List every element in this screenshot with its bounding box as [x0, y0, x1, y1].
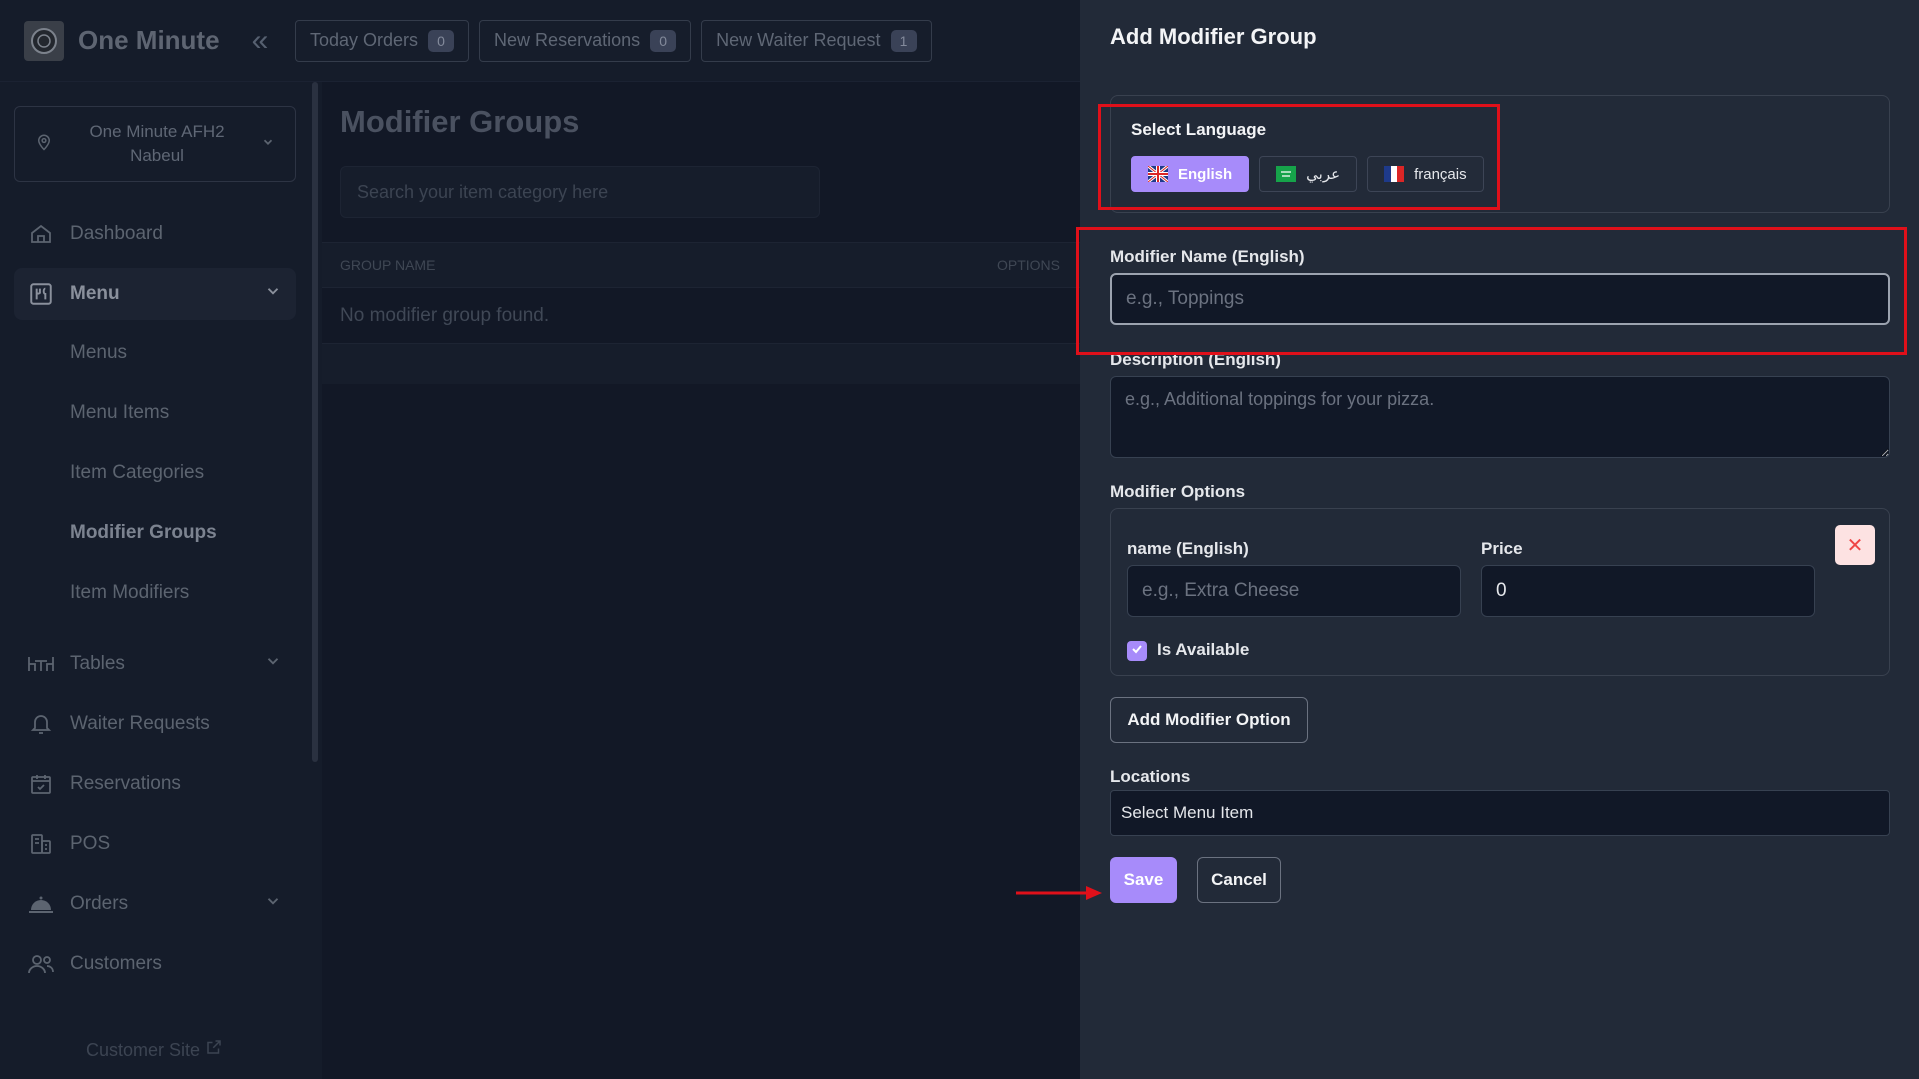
sidebar: One Minute AFH2 Nabeul Dashboard Menu Me…: [0, 82, 318, 1079]
is-available-checkbox[interactable]: [1127, 641, 1147, 661]
check-icon: [1131, 642, 1143, 660]
chevron-down-icon: [264, 892, 282, 916]
annotation-box-modifier-name: [1076, 227, 1907, 355]
brand: One Minute «: [0, 20, 295, 61]
today-orders-button[interactable]: Today Orders 0: [295, 19, 470, 62]
column-group-name: GROUP NAME: [340, 257, 436, 273]
sidebar-sub-item-modifier-groups[interactable]: Modifier Groups: [70, 522, 217, 544]
chevron-down-icon: [261, 135, 275, 154]
new-waiter-request-count: 1: [890, 29, 917, 52]
sidebar-item-label: Tables: [70, 653, 125, 674]
new-waiter-request-label: New Waiter Request: [716, 30, 881, 50]
sidebar-item-label: Customers: [70, 953, 162, 974]
sidebar-sub-item-item-categories[interactable]: Item Categories: [70, 462, 204, 484]
home-icon: [26, 219, 56, 249]
remove-option-button[interactable]: ✕: [1835, 525, 1875, 565]
brand-name: One Minute: [78, 25, 220, 55]
location-select[interactable]: One Minute AFH2 Nabeul: [14, 106, 296, 182]
search-input[interactable]: Search your item category here: [340, 166, 820, 218]
sidebar-item-label: Waiter Requests: [70, 713, 210, 734]
sidebar-item-label: Reservations: [70, 773, 181, 794]
locations-select-value: Select Menu Item: [1121, 803, 1254, 822]
today-orders-label: Today Orders: [310, 30, 419, 50]
brand-logo: [24, 20, 64, 61]
empty-state: No modifier group found.: [322, 288, 1080, 344]
table-header: GROUP NAME OPTIONS: [322, 242, 1080, 288]
annotation-arrow-icon: [1014, 884, 1106, 907]
sidebar-item-label: Orders: [70, 893, 129, 914]
sidebar-item-menu[interactable]: Menu: [14, 268, 296, 320]
sidebar-item-waiter-requests[interactable]: Waiter Requests: [14, 700, 296, 748]
sidebar-scrollbar[interactable]: [312, 82, 318, 762]
customer-site-label: Customer Site: [86, 1040, 201, 1060]
new-reservations-button[interactable]: New Reservations 0: [479, 19, 692, 62]
price-input[interactable]: [1481, 565, 1815, 617]
sidebar-sub-item-item-modifiers[interactable]: Item Modifiers: [70, 582, 189, 604]
location-line-2: Nabeul: [130, 146, 184, 165]
save-button[interactable]: Save: [1110, 857, 1177, 903]
pos-terminal-icon: [26, 829, 56, 859]
location-line-1: One Minute AFH2: [89, 122, 225, 141]
close-icon: ✕: [1846, 534, 1864, 557]
locations-label: Locations: [1110, 767, 1191, 786]
description-textarea[interactable]: [1110, 376, 1890, 458]
calendar-icon: [26, 769, 56, 799]
is-available-label: Is Available: [1157, 640, 1250, 659]
main-content: Modifier Groups Search your item categor…: [322, 82, 1080, 1079]
sidebar-item-reservations[interactable]: Reservations: [14, 760, 296, 808]
location-name: One Minute AFH2 Nabeul: [53, 120, 261, 168]
column-options: OPTIONS: [996, 257, 1060, 273]
sidebar-item-orders[interactable]: Orders: [14, 880, 296, 928]
sidebar-sub-item-menu-items[interactable]: Menu Items: [70, 402, 169, 424]
option-name-input[interactable]: [1127, 565, 1461, 617]
sidebar-sub-item-menus[interactable]: Menus: [70, 342, 127, 364]
modifier-options-label: Modifier Options: [1110, 482, 1246, 501]
menu-book-icon: [26, 279, 56, 309]
bell-icon: [26, 709, 56, 739]
sidebar-item-dashboard[interactable]: Dashboard: [14, 210, 296, 258]
page-title: Modifier Groups: [340, 104, 580, 139]
table-icon: [26, 649, 56, 679]
sidebar-item-label: Dashboard: [70, 223, 163, 244]
new-waiter-request-button[interactable]: New Waiter Request 1: [701, 19, 932, 62]
sidebar-item-pos[interactable]: POS: [14, 820, 296, 868]
search-placeholder: Search your item category here: [357, 181, 609, 202]
sidebar-item-label: POS: [70, 833, 111, 854]
today-orders-count: 0: [428, 29, 455, 52]
chevron-down-icon: [264, 282, 282, 306]
option-name-label: name (English): [1127, 539, 1249, 558]
chevron-down-icon: [264, 652, 282, 676]
map-pin-icon: [35, 133, 53, 156]
users-icon: [26, 949, 56, 979]
modifier-option-card: name (English) Price ✕ Is Available: [1110, 508, 1890, 676]
cloche-icon: [26, 889, 56, 919]
new-reservations-label: New Reservations: [494, 30, 641, 50]
table-footer: [322, 344, 1080, 384]
top-bar: One Minute « Today Orders 0 New Reservat…: [0, 0, 1080, 82]
sidebar-item-tables[interactable]: Tables: [14, 640, 296, 688]
customer-site-link[interactable]: Customer Site: [86, 1038, 223, 1061]
price-label: Price: [1481, 539, 1523, 558]
cancel-button[interactable]: Cancel: [1197, 857, 1281, 903]
add-modifier-option-button[interactable]: Add Modifier Option: [1110, 697, 1308, 743]
locations-select[interactable]: Select Menu Item: [1110, 790, 1890, 836]
sidebar-item-label: Menu: [70, 283, 120, 304]
new-reservations-count: 0: [650, 29, 677, 52]
drawer-title: Add Modifier Group: [1110, 24, 1317, 49]
sidebar-item-customers[interactable]: Customers: [14, 940, 296, 988]
external-link-icon: [205, 1040, 223, 1060]
collapse-sidebar-icon[interactable]: «: [252, 24, 269, 58]
annotation-box-language: [1098, 104, 1500, 210]
